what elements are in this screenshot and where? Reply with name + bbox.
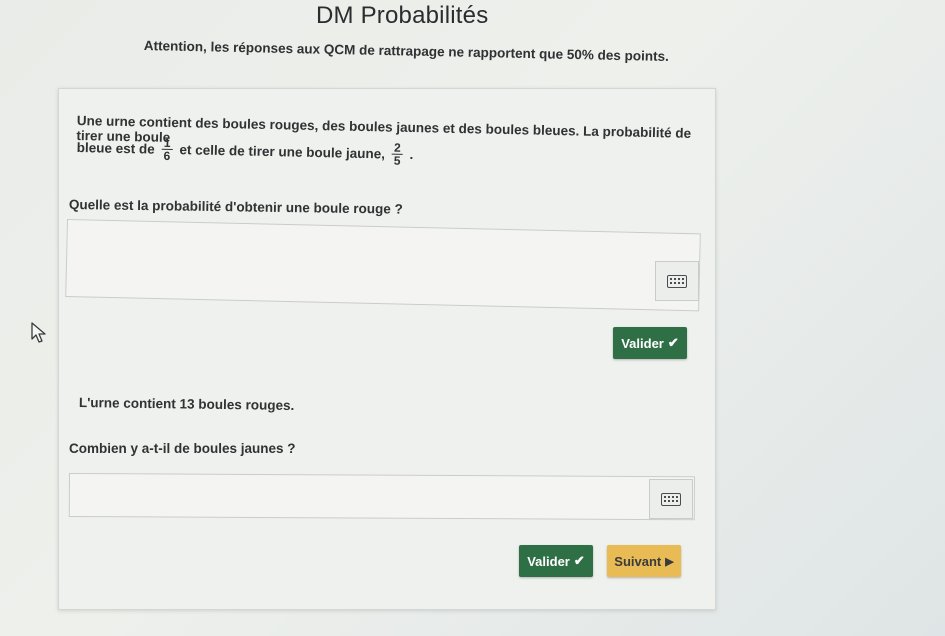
fraction-yellow: 2 5 xyxy=(391,141,403,168)
play-arrow-icon: ▶ xyxy=(665,555,674,568)
check-icon: ✔ xyxy=(667,335,679,350)
question2-statement: L'urne contient 13 boules rouges. xyxy=(78,395,295,414)
question1-middle: et celle de tirer une boule jaune, xyxy=(179,142,386,162)
points-notice: Attention, les réponses aux QCM de rattr… xyxy=(143,38,669,64)
keyboard-icon xyxy=(661,492,681,506)
question2-prompt: Combien y a-t-il de boules jaunes ? xyxy=(69,441,296,456)
exercise-card: Une urne contient des boules rouges, des… xyxy=(58,88,716,610)
question1-answer-input[interactable] xyxy=(65,219,701,312)
question1-suffix: . xyxy=(409,146,414,163)
next-button[interactable]: Suivant ▶ xyxy=(607,545,681,577)
question1-prefix: bleue est de xyxy=(76,139,155,157)
question1-virtual-keyboard-button[interactable] xyxy=(655,261,699,301)
fraction-blue-denominator: 6 xyxy=(163,148,171,163)
fraction-yellow-denominator: 5 xyxy=(393,153,401,168)
question1-validate-button[interactable]: Valider ✔ xyxy=(613,327,687,359)
check-icon: ✔ xyxy=(573,553,585,568)
question2-validate-button[interactable]: Valider ✔ xyxy=(519,545,593,577)
mouse-cursor-icon xyxy=(31,322,46,343)
page-title: DM Probabilités xyxy=(316,2,489,29)
question2-virtual-keyboard-button[interactable] xyxy=(649,479,693,519)
keyboard-icon xyxy=(667,274,687,288)
validate-label: Valider xyxy=(527,553,570,569)
homework-page: DM Probabilités Attention, les réponses … xyxy=(0,0,945,636)
question2-answer-input[interactable] xyxy=(68,473,695,521)
fraction-blue: 1 6 xyxy=(161,136,173,163)
validate-label: Valider xyxy=(621,335,664,351)
next-label: Suivant xyxy=(614,553,662,569)
question1-prompt: Quelle est la probabilité d'obtenir une … xyxy=(68,197,403,217)
